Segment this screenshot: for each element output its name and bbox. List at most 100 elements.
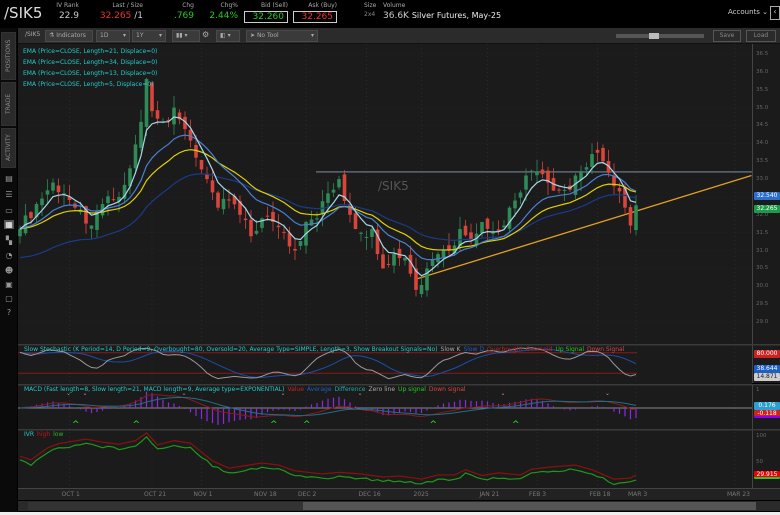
time-label: 2025 [413,491,429,498]
tv-icon[interactable]: ▭ [4,206,14,215]
notes-icon[interactable]: ▤ [4,174,14,183]
price-axis[interactable]: 36.536.035.535.034.534.033.533.032.532.0… [752,44,780,344]
gauge-icon[interactable]: ◔ [4,251,14,260]
tab-activity[interactable]: ACTIVITY [1,128,16,168]
messages-icon[interactable]: ▢ [4,294,14,303]
timeframe-value: 1Y [136,32,144,39]
macd-title[interactable]: MACD (Fast length=8, Slow length=21, MAC… [24,386,284,393]
ivr-axis: 100 50 29.915 [752,430,780,488]
bid-field[interactable]: Bid (Sell) 32.260 [244,2,288,23]
label: Last / Size [112,2,143,9]
chart-icon[interactable]: ▦ [4,220,14,229]
time-axis [18,488,780,500]
price-tick: 30.0 [756,283,769,290]
label: Ask (Buy) [308,2,337,9]
price-tick: 36.0 [756,68,769,75]
scrollbar-thumb[interactable] [303,502,756,510]
legend-item: Slow K [440,346,461,353]
ema13-legend[interactable]: EMA (Price=CLOSE, Length=13, Displace=0) [23,68,157,79]
time-label: FEB 3 [529,491,547,498]
macd-tick: 1 [756,387,760,393]
price-tick: 30.5 [756,265,769,272]
grid-icon[interactable]: ▚ [4,236,14,245]
symbol-watermark: /SIK5 [378,179,409,193]
ema34-legend[interactable]: EMA (Price=CLOSE, Length=34, Displace=0) [23,57,157,68]
symbol-title[interactable]: /SIK5 [4,4,42,22]
scrollbar-track[interactable] [28,502,303,510]
people-icon[interactable]: ☻ [4,266,14,275]
stoch-axis: 80.000 38.644 14.871 [752,345,780,383]
gear-icon[interactable]: ⚙ [202,30,209,39]
legend-item: low [53,431,64,438]
tab-trade[interactable]: TRADE [1,82,16,126]
legend-item: Difference [334,386,366,393]
ask-button[interactable]: 32.265 [293,11,337,23]
accounts-dropdown[interactable]: Accounts ⌄ [728,8,768,16]
left-sidebar: POSITIONS TRADE ACTIVITY ▤ ☰ ▭ ▦ ▚ ◔ ☻ ▣… [0,28,17,515]
legend-item: Down signal [428,386,466,393]
horizontal-scrollbar[interactable] [18,501,780,511]
drawing-palette[interactable]: ◧ ▾ [216,30,240,42]
bid-button[interactable]: 32.260 [244,11,288,23]
ema5-legend[interactable]: EMA (Price=CLOSE, Length=5, Displace=0) [23,79,157,90]
legend-item: Up Signal [555,346,584,353]
chart-area[interactable] [18,44,752,488]
drawing-tool-select[interactable]: ➤ No Tool ▾ [246,30,318,42]
value: .769 [173,11,194,21]
macd-average-label: 0.176 [754,402,780,410]
price-tick: 31.5 [756,229,769,236]
save-button[interactable]: Save [713,30,741,42]
time-label: OCT 1 [61,491,80,498]
chart-toolbar: /SIK5 ⚗ Indicators 1D ▾ 1Y ▾ ▮▮ ▾ ⚙ ◧ ▾ … [18,28,780,44]
collapse-button[interactable]: ‹ [770,6,780,20]
price-tick: 31.0 [756,247,769,254]
label: Chg% [220,2,238,9]
zoom-slider-handle[interactable] [649,33,659,39]
ema-legend: EMA (Price=CLOSE, Length=21, Displace=0)… [23,46,157,90]
ivr-legend: IVR high low [24,431,66,438]
value: 22.9 [58,11,79,21]
volume-field: Volume 36.6K Silver Futures, May-25 [383,2,501,21]
help-icon[interactable]: ? [4,308,14,317]
chevron-down-icon: ▾ [158,32,162,39]
timeframe-select[interactable]: 1Y ▾ [132,30,166,42]
price-tick: 34.5 [756,122,769,129]
time-label: MAR 3 [628,491,648,498]
ivr-value-label: 29.915 [754,471,780,479]
last-price: 32.265 [99,11,132,21]
chgpct-field: Chg% 2.44% [208,2,238,21]
price-tick: 35.5 [756,86,769,93]
calendar-icon[interactable]: ▣ [4,280,14,289]
bar-chart-icon: ▮▮ ▾ [176,32,188,39]
chart-style-select[interactable]: ▮▮ ▾ [172,30,200,42]
macd-legend: MACD (Fast length=8, Slow length=21, MAC… [24,386,469,393]
aggregation-select[interactable]: 1D ▾ [96,30,130,42]
load-button[interactable]: Load [746,30,776,42]
legend-item: Up signal [398,386,426,393]
overbought-label: 80.000 [754,350,780,358]
indicators-button[interactable]: ⚗ Indicators [45,30,93,42]
tab-positions[interactable]: POSITIONS [1,32,16,80]
macd-axis: 1 0.176 -0.118 [752,385,780,429]
zoom-slider[interactable] [616,33,704,39]
chevron-down-icon: ⌄ [762,8,769,16]
slow-d-label: 38.644 [754,365,780,373]
ivr-title[interactable]: IVR [24,431,34,438]
last-price-label: 32.265 [754,205,780,214]
last-field: Last / Size 32.265 /1 [95,2,143,21]
slow-k-label: 14.871 [754,373,780,381]
legend-item: Zero line [368,386,396,393]
ema21-legend[interactable]: EMA (Price=CLOSE, Length=21, Displace=0) [23,46,157,57]
chevron-down-icon: ▾ [310,32,314,39]
ask-field[interactable]: Ask (Buy) 32.265 [293,2,337,23]
list-icon[interactable]: ☰ [4,190,14,199]
price-tick: 29.0 [756,319,769,325]
toolbar-symbol[interactable]: /SIK5 [22,30,43,42]
label: Size [364,2,377,9]
cursor-icon: ➤ [250,32,257,39]
price-tick: 34.0 [756,140,769,147]
palette-icon: ◧ ▾ [220,32,231,39]
stoch-title[interactable]: Slow Stochastic (K Period=14, D Period=9… [24,346,438,353]
price-tick: 35.0 [756,104,769,111]
price-tick: 36.5 [756,51,769,58]
